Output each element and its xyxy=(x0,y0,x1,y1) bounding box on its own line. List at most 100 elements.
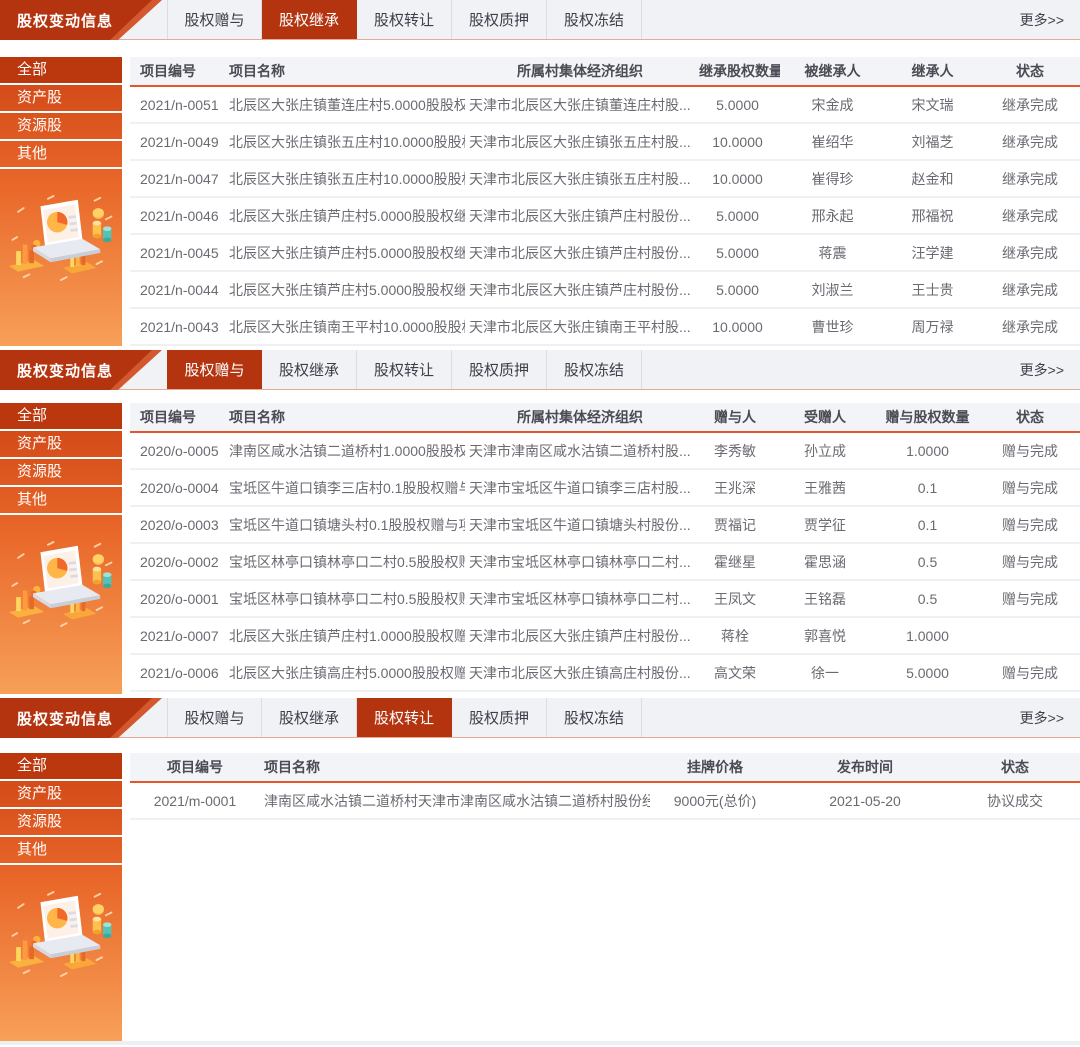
inheritance-table: 项目编号项目名称所属村集体经济组织继承股权数量被继承人继承人状态 2021/n-… xyxy=(130,57,1080,346)
table-row[interactable]: 2021/n-0045北辰区大张庄镇芦庄村5.0000股股权继承...天津市北辰… xyxy=(130,235,1080,272)
table-cell: 宋文瑞 xyxy=(885,95,980,115)
tab-2[interactable]: 股权继承 xyxy=(262,698,357,737)
table-cell: 北辰区大张庄镇芦庄村1.0000股股权赠与... xyxy=(225,626,465,646)
table-cell: 曹世珍 xyxy=(780,317,885,337)
table-header-row: 项目编号项目名称所属村集体经济组织赠与人受赠人赠与股权数量状态 xyxy=(130,403,1080,433)
table-row[interactable]: 2020/o-0002宝坻区林亭口镇林亭口二村0.5股股权赠与...天津市宝坻区… xyxy=(130,544,1080,581)
section-content: 全部资产股资源股其他 xyxy=(0,57,1080,346)
table-header-row: 项目编号项目名称所属村集体经济组织继承股权数量被继承人继承人状态 xyxy=(130,57,1080,87)
tab-1[interactable]: 股权赠与 xyxy=(167,350,262,389)
sidebar-item-3[interactable]: 资源股 xyxy=(0,113,122,141)
table-row[interactable]: 2020/o-0005津南区咸水沽镇二道桥村1.0000股股权赠...天津市津南… xyxy=(130,433,1080,470)
table-body: 2021/n-0051北辰区大张庄镇董连庄村5.0000股股权继...天津市北辰… xyxy=(130,87,1080,346)
table-cell: 蒋栓 xyxy=(695,626,775,646)
table-cell: 徐一 xyxy=(775,663,875,683)
tab-5[interactable]: 股权冻结 xyxy=(547,698,642,737)
sidebar-item-4[interactable]: 其他 xyxy=(0,141,122,169)
tab-3[interactable]: 股权转让 xyxy=(357,698,452,737)
tab-1[interactable]: 股权赠与 xyxy=(167,698,262,737)
sidebar-item-3[interactable]: 资源股 xyxy=(0,459,122,487)
table-row[interactable]: 2020/o-0003宝坻区牛道口镇塘头村0.1股股权赠与项目天津市宝坻区牛道口… xyxy=(130,507,1080,544)
table-row[interactable]: 2021/o-0007北辰区大张庄镇芦庄村1.0000股股权赠与...天津市北辰… xyxy=(130,618,1080,655)
table-cell: 赠与完成 xyxy=(980,552,1080,572)
tab-5[interactable]: 股权冻结 xyxy=(547,0,642,39)
tab-4[interactable]: 股权质押 xyxy=(452,350,547,389)
column-header: 发布时间 xyxy=(780,757,950,777)
table-cell: 贾学征 xyxy=(775,515,875,535)
table-cell: 王士贵 xyxy=(885,280,980,300)
more-link[interactable]: 更多>> xyxy=(1020,10,1080,30)
tab-2[interactable]: 股权继承 xyxy=(262,350,357,389)
column-header: 项目名称 xyxy=(225,407,465,427)
sidebar-item-2[interactable]: 资产股 xyxy=(0,431,122,459)
table-cell: 天津市津南区咸水沽镇二道桥村股... xyxy=(465,441,695,461)
section-content: 全部资产股资源股其他 xyxy=(0,403,1080,694)
more-link[interactable]: 更多>> xyxy=(1020,360,1080,380)
sidebar-item-4[interactable]: 其他 xyxy=(0,837,122,865)
table-row[interactable]: 2021/n-0051北辰区大张庄镇董连庄村5.0000股股权继...天津市北辰… xyxy=(130,87,1080,124)
table-cell: 蒋震 xyxy=(780,243,885,263)
sidebar-item-2[interactable]: 资产股 xyxy=(0,85,122,113)
column-header: 所属村集体经济组织 xyxy=(465,61,695,81)
laptop-chart-coins-illustration xyxy=(5,887,117,981)
table-cell: 5.0000 xyxy=(875,665,980,681)
sidebar-item-1[interactable]: 全部 xyxy=(0,403,122,431)
table-cell: 9000元(总价) xyxy=(650,791,780,811)
tab-2[interactable]: 股权继承 xyxy=(262,0,357,39)
table-row[interactable]: 2020/o-0001宝坻区林亭口镇林亭口二村0.5股股权赠与...天津市宝坻区… xyxy=(130,581,1080,618)
table-cell: 协议成交 xyxy=(950,791,1080,811)
table-cell: 刘福芝 xyxy=(885,132,980,152)
table-row[interactable]: 2021/o-0006北辰区大张庄镇高庄村5.0000股股权赠与...天津市北辰… xyxy=(130,655,1080,692)
sidebar-item-4[interactable]: 其他 xyxy=(0,487,122,515)
table-row[interactable]: 2020/o-0004宝坻区牛道口镇李三店村0.1股股权赠与项目天津市宝坻区牛道… xyxy=(130,470,1080,507)
category-sidebar: 全部资产股资源股其他 xyxy=(0,57,122,346)
tab-4[interactable]: 股权质押 xyxy=(452,698,547,737)
table-cell: 继承完成 xyxy=(980,317,1080,337)
table-cell: 天津市北辰区大张庄镇董连庄村股... xyxy=(465,95,695,115)
table-cell: 王雅茜 xyxy=(775,478,875,498)
more-link[interactable]: 更多>> xyxy=(1020,708,1080,728)
sidebar-item-1[interactable]: 全部 xyxy=(0,753,122,781)
table-cell: 霍思涵 xyxy=(775,552,875,572)
sidebar-item-3[interactable]: 资源股 xyxy=(0,809,122,837)
table-row[interactable]: 2021/m-0001津南区咸水沽镇二道桥村天津市津南区咸水沽镇二道桥村股份经.… xyxy=(130,783,1080,820)
tab-5[interactable]: 股权冻结 xyxy=(547,350,642,389)
table-row[interactable]: 2021/n-0047北辰区大张庄镇张五庄村10.0000股股权继...天津市北… xyxy=(130,161,1080,198)
table-cell: 天津市宝坻区牛道口镇李三店村股... xyxy=(465,478,695,498)
section-title-banner: 股权变动信息 xyxy=(0,698,162,738)
table-cell: 邢永起 xyxy=(780,206,885,226)
sidebar-item-1[interactable]: 全部 xyxy=(0,57,122,85)
table-cell: 宝坻区林亭口镇林亭口二村0.5股股权赠与... xyxy=(225,552,465,572)
table-row[interactable]: 2021/n-0043北辰区大张庄镇南王平村10.0000股股权继...天津市北… xyxy=(130,309,1080,346)
table-cell: 天津市北辰区大张庄镇芦庄村股份... xyxy=(465,243,695,263)
table-row[interactable]: 2021/n-0049北辰区大张庄镇张五庄村10.0000股股权继...天津市北… xyxy=(130,124,1080,161)
tab-4[interactable]: 股权质押 xyxy=(452,0,547,39)
section-header-bar: 股权变动信息 股权赠与股权继承股权转让股权质押股权冻结 更多>> xyxy=(0,698,1080,738)
table-row[interactable]: 2021/n-0046北辰区大张庄镇芦庄村5.0000股股权继承...天津市北辰… xyxy=(130,198,1080,235)
table-cell: 0.1 xyxy=(875,517,980,533)
column-header: 项目编号 xyxy=(130,757,260,777)
table-cell: 2021/m-0001 xyxy=(130,793,260,809)
table-row[interactable]: 2021/n-0044北辰区大张庄镇芦庄村5.0000股股权继承...天津市北辰… xyxy=(130,272,1080,309)
table-cell: 2021/n-0051 xyxy=(130,97,225,113)
column-header: 状态 xyxy=(980,407,1080,427)
column-header: 状态 xyxy=(980,61,1080,81)
tab-3[interactable]: 股权转让 xyxy=(357,350,452,389)
table-cell: 0.5 xyxy=(875,554,980,570)
column-header: 赠与人 xyxy=(695,407,775,427)
table-cell: 高文荣 xyxy=(695,663,775,683)
column-header: 项目编号 xyxy=(130,61,225,81)
table-cell: 天津市北辰区大张庄镇张五庄村股... xyxy=(465,169,695,189)
sidebar-item-2[interactable]: 资产股 xyxy=(0,781,122,809)
table-cell: 王凤文 xyxy=(695,589,775,609)
tab-3[interactable]: 股权转让 xyxy=(357,0,452,39)
tab-1[interactable]: 股权赠与 xyxy=(167,0,262,39)
section-transfer: 股权变动信息 股权赠与股权继承股权转让股权质押股权冻结 更多>> 全部资产股资源… xyxy=(0,698,1080,1041)
column-header: 状态 xyxy=(950,757,1080,777)
table-cell: 2021/n-0043 xyxy=(130,319,225,335)
table-cell: 刘淑兰 xyxy=(780,280,885,300)
table-header-row: 项目编号项目名称挂牌价格发布时间状态 xyxy=(130,753,1080,783)
laptop-chart-coins-illustration xyxy=(5,537,117,631)
table-cell: 5.0000 xyxy=(695,245,780,261)
table-cell: 宝坻区牛道口镇李三店村0.1股股权赠与项目 xyxy=(225,478,465,498)
